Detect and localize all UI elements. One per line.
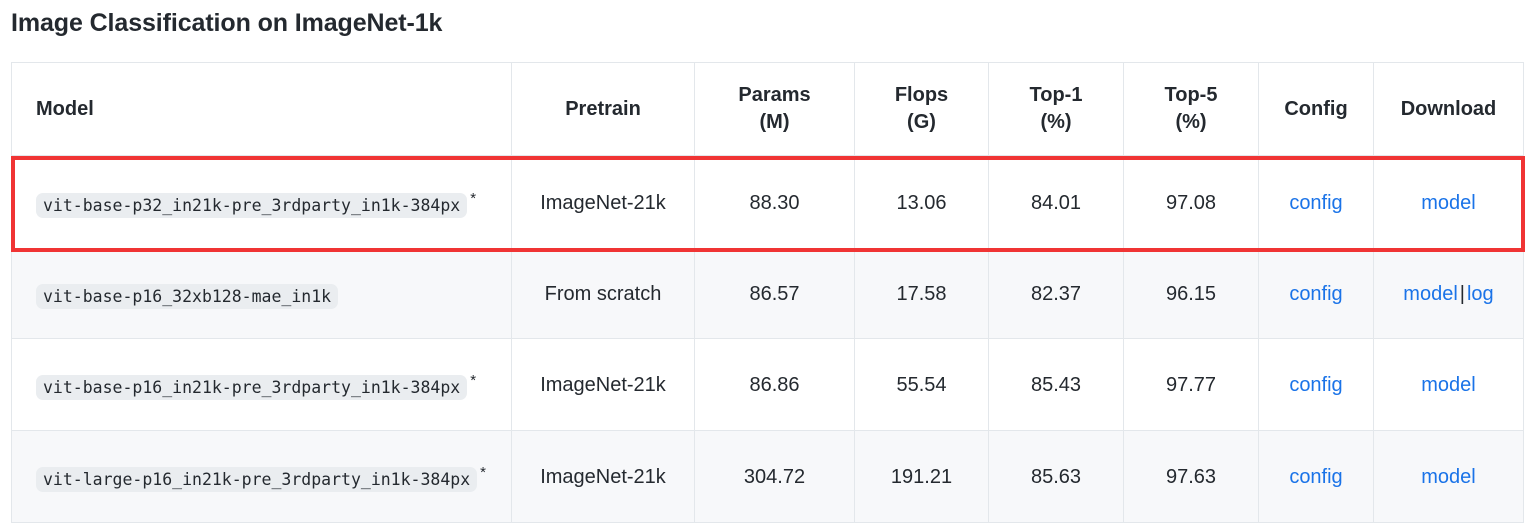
table-body: vit-base-p32_in21k-pre_3rdparty_in1k-384… (11, 155, 1524, 523)
cell-flops: 17.58 (854, 249, 989, 339)
cell-params: 88.30 (694, 155, 855, 250)
column-header-flops-line2: (G) (907, 111, 936, 133)
model-name: vit-large-p16_in21k-pre_3rdparty_in1k-38… (36, 466, 478, 492)
footnote-asterisk: * (470, 372, 477, 390)
cell-top5: 97.08 (1123, 155, 1259, 250)
cell-pretrain: ImageNet-21k (511, 338, 695, 431)
column-header-model: Model (11, 62, 512, 156)
benchmark-table: Model Pretrain Params (M) Flops (G) Top-… (11, 62, 1524, 523)
column-header-flops-line1: Flops (894, 84, 949, 106)
cell-pretrain: ImageNet-21k (511, 430, 695, 523)
cell-model: vit-base-p16_in21k-pre_3rdparty_in1k-384… (11, 338, 512, 431)
cell-top1: 85.43 (988, 338, 1124, 431)
cell-pretrain: From scratch (511, 249, 695, 339)
cell-config: config (1258, 338, 1374, 431)
cell-params: 86.57 (694, 249, 855, 339)
cell-download: model (1373, 338, 1524, 431)
column-header-top5-line1: Top-5 (1164, 84, 1218, 106)
page-title: Image Classification on ImageNet-1k (11, 9, 443, 37)
model-name: vit-base-p16_in21k-pre_3rdparty_in1k-384… (36, 374, 468, 400)
column-header-download: Download (1373, 62, 1524, 156)
column-header-top1-line2: (%) (1040, 111, 1072, 133)
cell-download: model (1373, 155, 1524, 250)
cell-flops: 191.21 (854, 430, 989, 523)
table-row: vit-base-p32_in21k-pre_3rdparty_in1k-384… (11, 155, 1524, 250)
cell-flops: 13.06 (854, 155, 989, 250)
footnote-asterisk: * (470, 190, 477, 208)
cell-config: config (1258, 430, 1374, 523)
cell-top1: 85.63 (988, 430, 1124, 523)
cell-config: config (1258, 249, 1374, 339)
cell-download: model | log (1373, 249, 1524, 339)
column-header-top5: Top-5 (%) (1123, 62, 1259, 156)
column-header-top1-line1: Top-1 (1029, 84, 1083, 106)
link-separator: | (1459, 283, 1465, 305)
cell-flops: 55.54 (854, 338, 989, 431)
cell-pretrain: ImageNet-21k (511, 155, 695, 250)
column-header-top1: Top-1 (%) (988, 62, 1124, 156)
cell-top5: 96.15 (1123, 249, 1259, 339)
column-header-params-line1: Params (738, 84, 811, 106)
cell-config: config (1258, 155, 1374, 250)
cell-params: 86.86 (694, 338, 855, 431)
cell-model: vit-large-p16_in21k-pre_3rdparty_in1k-38… (11, 430, 512, 523)
table-row: vit-base-p16_in21k-pre_3rdparty_in1k-384… (11, 338, 1524, 431)
column-header-flops: Flops (G) (854, 62, 989, 156)
cell-top5: 97.63 (1123, 430, 1259, 523)
config-link[interactable]: config (1289, 466, 1342, 488)
log-download-link[interactable]: log (1467, 283, 1494, 305)
footnote-asterisk: * (480, 464, 486, 482)
model-name: vit-base-p16_32xb128-mae_in1k (36, 284, 339, 310)
model-download-link[interactable]: model (1403, 283, 1457, 305)
table-header: Model Pretrain Params (M) Flops (G) Top-… (11, 62, 1524, 156)
config-link[interactable]: config (1289, 192, 1342, 214)
model-download-link[interactable]: model (1421, 374, 1475, 396)
column-header-params: Params (M) (694, 62, 855, 156)
cell-params: 304.72 (694, 430, 855, 523)
cell-top5: 97.77 (1123, 338, 1259, 431)
model-download-link[interactable]: model (1421, 192, 1475, 214)
cell-top1: 84.01 (988, 155, 1124, 250)
model-name: vit-base-p32_in21k-pre_3rdparty_in1k-384… (36, 192, 468, 218)
table-header-row: Model Pretrain Params (M) Flops (G) Top-… (11, 62, 1524, 156)
table-row: vit-large-p16_in21k-pre_3rdparty_in1k-38… (11, 430, 1524, 523)
config-link[interactable]: config (1289, 374, 1342, 396)
model-download-link[interactable]: model (1421, 466, 1475, 488)
cell-download: model (1373, 430, 1524, 523)
cell-model: vit-base-p16_32xb128-mae_in1k (11, 249, 512, 339)
cell-model: vit-base-p32_in21k-pre_3rdparty_in1k-384… (11, 155, 512, 250)
column-header-top5-line2: (%) (1175, 111, 1207, 133)
benchmark-table-container: Model Pretrain Params (M) Flops (G) Top-… (11, 62, 1524, 523)
column-header-config: Config (1258, 62, 1374, 156)
column-header-params-line2: (M) (759, 111, 790, 133)
table-row: vit-base-p16_32xb128-mae_in1k From scrat… (11, 249, 1524, 339)
column-header-pretrain: Pretrain (511, 62, 695, 156)
cell-top1: 82.37 (988, 249, 1124, 339)
benchmark-page: Image Classification on ImageNet-1k Mode… (0, 0, 1533, 532)
config-link[interactable]: config (1289, 283, 1342, 305)
